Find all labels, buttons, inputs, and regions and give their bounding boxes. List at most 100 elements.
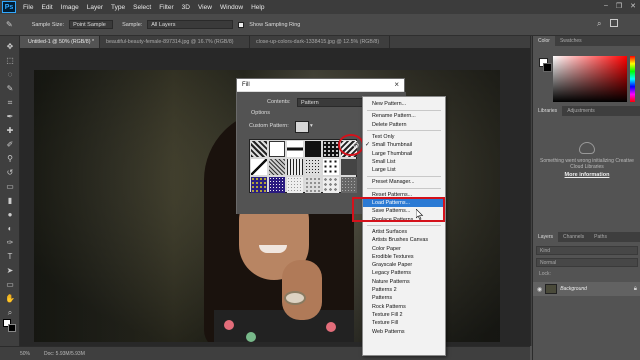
menu-filter[interactable]: Filter <box>155 4 177 11</box>
tab-libraries[interactable]: Libraries <box>533 106 563 116</box>
tab-channels[interactable]: Channels <box>558 232 589 242</box>
type-tool-icon[interactable]: T <box>4 252 16 262</box>
marquee-tool-icon[interactable]: ⬚ <box>4 56 16 66</box>
menu-help[interactable]: Help <box>247 4 268 11</box>
menu-item-rename-pattern[interactable]: Rename Pattern... <box>363 112 445 120</box>
pattern-swatch[interactable] <box>251 177 267 193</box>
menu-item-small-list[interactable]: Small List <box>363 158 445 166</box>
brush-tool-icon[interactable]: ✐ <box>4 140 16 150</box>
menu-item-grayscale-paper[interactable]: Grayscale Paper <box>363 261 445 269</box>
dodge-tool-icon[interactable]: ◐ <box>4 224 16 234</box>
pattern-swatch[interactable] <box>341 177 357 193</box>
pattern-swatch[interactable] <box>323 141 339 157</box>
blend-mode-select[interactable]: Normal <box>536 258 638 267</box>
search-icon[interactable]: ⌕ <box>597 19 601 29</box>
menu-item-web-patterns[interactable]: Web Patterns <box>363 328 445 336</box>
pattern-swatch[interactable] <box>269 141 285 157</box>
visibility-eye-icon[interactable]: ◉ <box>537 286 542 293</box>
menu-item-texture-fill[interactable]: Texture Fill <box>363 319 445 327</box>
pattern-swatch[interactable] <box>341 159 357 175</box>
close-icon[interactable]: × <box>394 80 399 89</box>
menu-view[interactable]: View <box>194 4 216 11</box>
background-color-swatch[interactable] <box>8 324 16 332</box>
pattern-swatch[interactable] <box>251 159 267 175</box>
pattern-swatch[interactable] <box>287 141 303 157</box>
menu-item-artists-brushes-canvas[interactable]: Artists Brushes Canvas <box>363 236 445 244</box>
tab-beautiful-beauty-female[interactable]: beautiful-beauty-female-897314.jpg @ 16.… <box>100 36 250 48</box>
pattern-swatch[interactable] <box>287 177 303 193</box>
gradient-tool-icon[interactable]: ▮ <box>4 196 16 206</box>
pattern-swatch[interactable] <box>287 159 303 175</box>
menu-select[interactable]: Select <box>129 4 155 11</box>
pattern-swatch[interactable] <box>323 177 339 193</box>
restore-icon[interactable]: ❐ <box>616 2 622 10</box>
menu-item-patterns-2[interactable]: Patterns 2 <box>363 286 445 294</box>
eyedropper-tool-icon[interactable]: ✒ <box>4 112 16 122</box>
menu-item-preset-manager[interactable]: Preset Manager... <box>363 178 445 186</box>
minimize-icon[interactable]: – <box>604 2 608 10</box>
tab-layers[interactable]: Layers <box>533 232 559 242</box>
more-information-link[interactable]: More information <box>539 172 635 178</box>
custom-pattern-picker[interactable] <box>295 121 309 133</box>
path-select-icon[interactable]: ➤ <box>4 266 16 276</box>
menu-edit[interactable]: Edit <box>37 4 56 11</box>
healing-brush-icon[interactable]: ✚ <box>4 126 16 136</box>
close-icon[interactable]: ✕ <box>630 2 636 10</box>
clone-stamp-icon[interactable]: ⚲ <box>4 154 16 164</box>
menu-item-texture-fill-2[interactable]: Texture Fill 2 <box>363 311 445 319</box>
menu-item-rock-patterns[interactable]: Rock Patterns <box>363 303 445 311</box>
eraser-tool-icon[interactable]: ▭ <box>4 182 16 192</box>
tab-swatches[interactable]: Swatches <box>555 36 587 46</box>
pen-tool-icon[interactable]: ✑ <box>4 238 16 248</box>
pattern-swatch[interactable] <box>269 177 285 193</box>
menu-3d[interactable]: 3D <box>178 4 194 11</box>
workspace-icon[interactable] <box>610 19 618 27</box>
layer-kind-filter[interactable]: Kind <box>536 246 638 255</box>
menu-item-color-paper[interactable]: Color Paper <box>363 245 445 253</box>
zoom-tool-icon[interactable]: ⌕ <box>4 308 16 318</box>
pattern-swatch[interactable] <box>305 159 321 175</box>
history-brush-icon[interactable]: ↺ <box>4 168 16 178</box>
layer-row-background[interactable]: ◉ Background 🔒︎ <box>533 282 640 296</box>
hand-tool-icon[interactable]: ✋ <box>4 294 16 304</box>
sample-select[interactable]: All Layers <box>147 20 234 29</box>
color-picker-field[interactable] <box>553 56 627 102</box>
background-swatch[interactable] <box>543 63 552 72</box>
menu-type[interactable]: Type <box>107 4 129 11</box>
pattern-swatch[interactable] <box>305 141 321 157</box>
menu-item-large-thumbnail[interactable]: Large Thumbnail <box>363 150 445 158</box>
rectangle-tool-icon[interactable]: ▭ <box>4 280 16 290</box>
menu-item-new-pattern[interactable]: New Pattern... <box>363 100 445 108</box>
show-sampling-ring-checkbox[interactable] <box>238 21 245 28</box>
menu-item-patterns[interactable]: Patterns <box>363 294 445 302</box>
eyedropper-tool-icon[interactable]: ✎ <box>6 20 13 29</box>
pattern-swatch[interactable] <box>269 159 285 175</box>
crop-tool-icon[interactable]: ⌗ <box>4 98 16 108</box>
tab-close-up-colors-dark[interactable]: close-up-colors-dark-1338415.jpg @ 12.5%… <box>250 36 390 48</box>
menu-item-legacy-patterns[interactable]: Legacy Patterns <box>363 269 445 277</box>
menu-item-large-list[interactable]: Large List <box>363 166 445 174</box>
menu-item-small-thumbnail[interactable]: Small Thumbnail ✓ <box>363 141 445 149</box>
menu-image[interactable]: Image <box>57 4 83 11</box>
chevron-down-icon[interactable]: ▾ <box>310 123 313 129</box>
menu-layer[interactable]: Layer <box>83 4 107 11</box>
zoom-level[interactable]: 50% <box>20 351 30 357</box>
menu-item-text-only[interactable]: Text Only <box>363 133 445 141</box>
pattern-swatch[interactable] <box>323 159 339 175</box>
tab-untitled-1[interactable]: Untitled-1 @ 50% (RGB/8) * <box>22 36 100 48</box>
hue-slider[interactable] <box>630 56 635 102</box>
menu-item-erodible-textures[interactable]: Erodible Textures <box>363 253 445 261</box>
blur-tool-icon[interactable]: ● <box>4 210 16 220</box>
pattern-swatch[interactable] <box>251 141 267 157</box>
tab-color[interactable]: Color <box>533 36 555 46</box>
menu-file[interactable]: File <box>19 4 37 11</box>
sample-size-select[interactable]: Point Sample <box>69 20 114 29</box>
menu-item-artist-surfaces[interactable]: Artist Surfaces <box>363 228 445 236</box>
quick-select-tool-icon[interactable]: ✎ <box>4 84 16 94</box>
lasso-tool-icon[interactable]: ◌ <box>4 70 16 80</box>
move-tool-icon[interactable]: ✥ <box>4 42 16 52</box>
menu-window[interactable]: Window <box>216 4 247 11</box>
tab-adjustments[interactable]: Adjustments <box>562 106 600 116</box>
contents-select[interactable]: Pattern <box>297 98 367 107</box>
menu-item-delete-pattern[interactable]: Delete Pattern <box>363 121 445 129</box>
